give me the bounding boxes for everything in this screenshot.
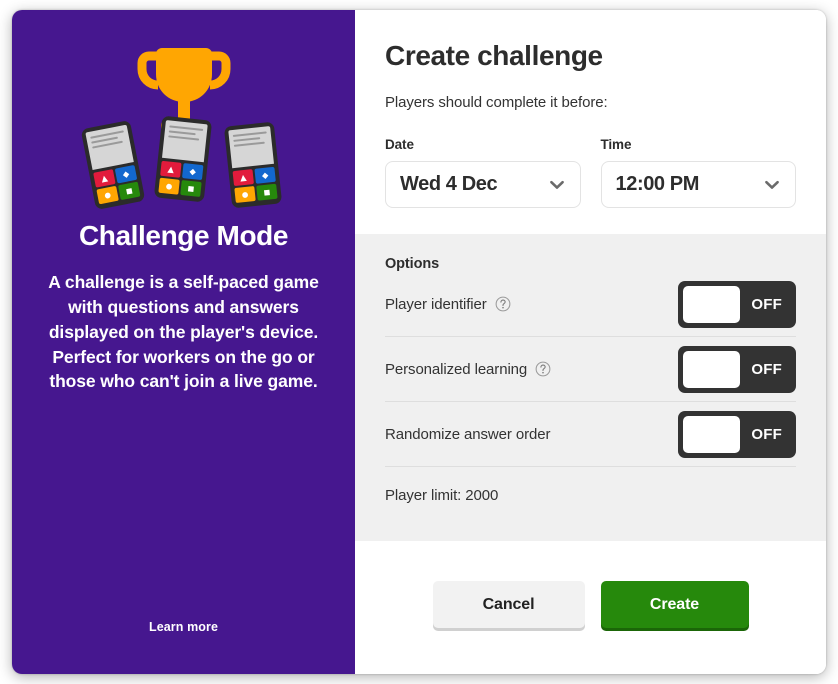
option-row-player-identifier: Player identifier OFF: [385, 272, 796, 337]
answer-triangle: [160, 160, 182, 178]
phone-question-area: [85, 124, 134, 170]
date-label: Date: [385, 137, 414, 152]
chevron-down-icon: [549, 180, 564, 189]
time-select[interactable]: 12:00 PM: [600, 161, 796, 208]
promo-title: Challenge Mode: [78, 220, 289, 251]
options-section: Options Player identifier OFF Personaliz…: [355, 234, 826, 541]
modal-footer: Cancel Create: [355, 541, 826, 674]
option-label: Player identifier: [385, 295, 487, 313]
date-field: Date Wed 4 Dec: [385, 137, 581, 208]
answer-circle: [96, 185, 119, 205]
phone-text-line: [233, 137, 261, 142]
toggle-state-label: OFF: [751, 425, 782, 443]
toggle-knob: [683, 415, 740, 453]
answer-triangle: [93, 169, 116, 188]
answer-square: [256, 183, 278, 201]
learn-more-link[interactable]: Learn more: [12, 620, 355, 634]
toggle-personalized-learning[interactable]: OFF: [678, 345, 796, 393]
promo-panel: Challenge Mode A challenge is a self-pac…: [12, 10, 355, 674]
cancel-button[interactable]: Cancel: [432, 581, 585, 628]
option-row-personalized-learning: Personalized learning OFF: [385, 337, 796, 402]
phone-icon: [223, 121, 283, 209]
answer-diamond: [254, 166, 276, 184]
form-panel: Create challenge Players should complete…: [355, 10, 826, 674]
screen: Challenge Mode A challenge is a self-pac…: [0, 0, 838, 684]
date-time-row: Date Wed 4 Dec Time 12:00 PM: [385, 137, 796, 208]
date-value: Wed 4 Dec: [400, 173, 498, 195]
promo-description: A challenge is a self-paced game with qu…: [48, 272, 319, 392]
toggle-state-label: OFF: [751, 295, 782, 313]
option-label: Randomize answer order: [385, 425, 551, 443]
option-label-group: Player identifier: [385, 296, 511, 313]
option-label-group: Personalized learning: [385, 361, 551, 378]
phone-icon: [153, 115, 213, 203]
toggle-knob: [683, 285, 740, 323]
answer-circle: [158, 177, 180, 195]
time-field: Time 12:00 PM: [600, 137, 796, 208]
answer-circle: [234, 185, 256, 203]
chevron-down-icon: [765, 180, 779, 189]
date-select[interactable]: Wed 4 Dec: [385, 161, 581, 208]
phone-answer-grid: [232, 166, 278, 203]
challenge-mode-illustration: [76, 40, 291, 211]
phone-text-line: [168, 130, 196, 136]
form-subtitle: Players should complete it before:: [385, 94, 608, 111]
phone-answer-grid: [158, 160, 204, 197]
toggle-player-identifier[interactable]: OFF: [678, 280, 796, 328]
phone-text-line: [233, 141, 265, 147]
option-label-group: Randomize answer order: [385, 426, 550, 443]
time-label: Time: [600, 137, 632, 152]
create-button[interactable]: Create: [600, 581, 749, 628]
options-heading: Options: [385, 256, 440, 272]
option-row-randomize-answer-order: Randomize answer order OFF: [385, 402, 796, 467]
help-circle-icon[interactable]: [535, 361, 551, 377]
form-header: Create challenge Players should complete…: [355, 10, 826, 234]
phone-question-area: [162, 120, 208, 163]
answer-square: [117, 181, 141, 201]
phone-question-area: [228, 126, 274, 169]
help-circle-icon[interactable]: [495, 296, 511, 312]
toggle-randomize-answer-order[interactable]: OFF: [678, 410, 796, 458]
phone-text-line: [232, 131, 267, 137]
phone-text-line: [168, 135, 199, 141]
answer-diamond: [114, 164, 138, 184]
page-title: Create challenge: [385, 40, 603, 71]
create-challenge-modal: Challenge Mode A challenge is a self-pac…: [12, 10, 826, 674]
answer-triangle: [232, 169, 254, 187]
option-label: Personalized learning: [385, 360, 528, 378]
phone-answer-grid: [93, 164, 141, 205]
answer-diamond: [182, 163, 204, 181]
time-value: 12:00 PM: [615, 173, 700, 195]
answer-square: [180, 179, 202, 197]
toggle-state-label: OFF: [751, 360, 782, 378]
toggle-knob: [683, 350, 740, 388]
player-limit-text: Player limit: 2000: [385, 486, 499, 504]
